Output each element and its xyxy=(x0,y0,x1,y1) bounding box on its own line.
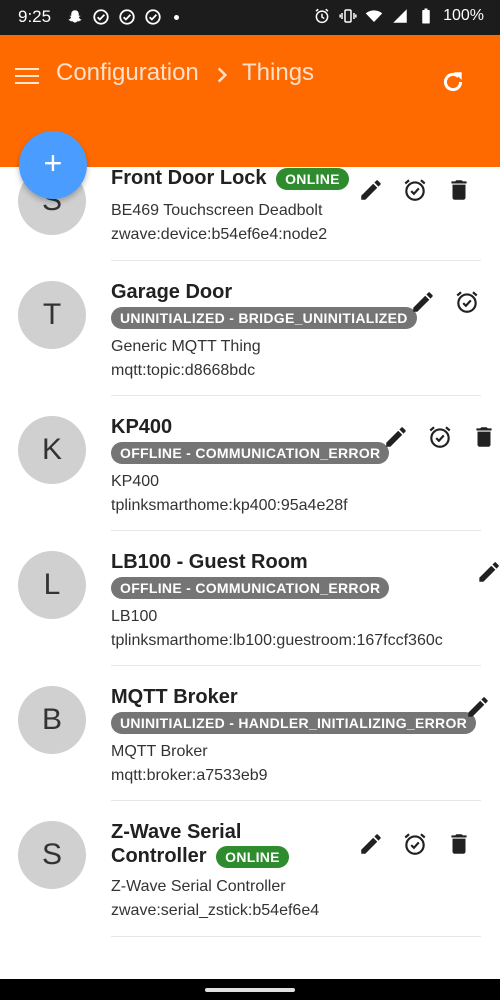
status-badge: ONLINE xyxy=(276,167,349,190)
edit-icon[interactable] xyxy=(410,289,436,315)
list-item[interactable]: S Z-Wave Serial Controller ONLINE Z-Wave… xyxy=(0,801,500,937)
status-bar: 9:25 100% xyxy=(0,0,500,35)
plus-icon: + xyxy=(43,145,63,181)
check-circle-icon xyxy=(145,9,161,25)
thing-uid: tplinksmarthome:lb100:guestroom:167fccf3… xyxy=(111,632,443,649)
delete-icon[interactable] xyxy=(446,177,472,203)
list-item[interactable]: B MQTT Broker UNINITIALIZED - HANDLER_IN… xyxy=(0,666,500,801)
signal-icon xyxy=(393,9,407,23)
add-thing-button[interactable]: + xyxy=(19,131,87,199)
delete-icon[interactable] xyxy=(446,831,472,857)
alarm-check-icon[interactable] xyxy=(402,177,428,203)
thing-uid: mqtt:topic:d8668bdc xyxy=(111,362,256,379)
thing-title-line2: Controller xyxy=(111,845,207,867)
alarm-check-icon[interactable] xyxy=(402,831,428,857)
delete-icon[interactable] xyxy=(471,424,497,450)
menu-button[interactable] xyxy=(14,63,40,89)
edit-icon[interactable] xyxy=(476,559,500,585)
vibrate-icon xyxy=(339,9,357,23)
snapchat-icon xyxy=(68,10,82,23)
thing-title: KP400 xyxy=(111,416,173,438)
thing-description: MQTT Broker xyxy=(111,743,208,760)
thing-uid: tplinksmarthome:kp400:95a4e28f xyxy=(111,497,348,514)
thing-description: KP400 xyxy=(111,473,160,490)
status-badge: OFFLINE - COMMUNICATION_ERROR xyxy=(111,577,390,599)
edit-icon[interactable] xyxy=(383,424,409,450)
thing-uid: zwave:device:b54ef6e4:node2 xyxy=(111,226,328,243)
thing-uid: zwave:serial_zstick:b54ef6e4 xyxy=(111,902,320,919)
divider xyxy=(111,936,481,937)
chevron-right-icon xyxy=(217,67,228,83)
refresh-icon[interactable] xyxy=(440,69,466,95)
thing-description: Generic MQTT Thing xyxy=(111,338,261,355)
things-list: S Front Door Lock ONLINE BE469 Touchscre… xyxy=(0,167,500,979)
thing-title: Controller ONLINE xyxy=(111,845,289,868)
dot-icon xyxy=(174,14,179,20)
status-badge: OFFLINE - COMMUNICATION_ERROR xyxy=(111,442,390,464)
alarm-check-icon[interactable] xyxy=(427,424,453,450)
avatar: T xyxy=(18,281,86,349)
breadcrumb-configuration[interactable]: Configuration xyxy=(56,59,199,87)
thing-uid: mqtt:broker:a7533eb9 xyxy=(111,767,268,784)
edit-icon[interactable] xyxy=(358,177,384,203)
thing-description: LB100 xyxy=(111,608,158,625)
thing-title: LB100 - Guest Room xyxy=(111,551,308,573)
list-item[interactable]: T Garage Door UNINITIALIZED - BRIDGE_UNI… xyxy=(0,261,500,396)
alarm-icon xyxy=(315,8,329,24)
battery-percent: 100% xyxy=(443,7,484,24)
list-item[interactable]: K KP400 OFFLINE - COMMUNICATION_ERROR KP… xyxy=(0,396,500,531)
edit-icon[interactable] xyxy=(358,831,384,857)
status-badge: UNINITIALIZED - BRIDGE_UNINITIALIZED xyxy=(111,307,417,329)
thing-title: Front Door Lock ONLINE xyxy=(111,167,349,190)
edit-icon[interactable] xyxy=(465,694,491,720)
alarm-check-icon[interactable] xyxy=(454,289,480,315)
navigation-bar xyxy=(0,979,500,1000)
thing-title-line1: Z-Wave Serial xyxy=(111,821,242,843)
thing-title: Garage Door xyxy=(111,281,233,303)
list-item[interactable]: L LB100 - Guest Room OFFLINE - COMMUNICA… xyxy=(0,531,500,666)
notification-icons xyxy=(66,8,179,26)
thing-description: BE469 Touchscreen Deadbolt xyxy=(111,202,323,219)
avatar: B xyxy=(18,686,86,754)
check-circle-icon xyxy=(93,9,109,25)
status-badge: UNINITIALIZED - HANDLER_INITIALIZING_ERR… xyxy=(111,712,477,734)
avatar: S xyxy=(18,821,86,889)
home-gesture-handle[interactable] xyxy=(205,988,295,992)
avatar: K xyxy=(18,416,86,484)
thing-title-text: Front Door Lock xyxy=(111,167,267,189)
battery-icon xyxy=(422,8,430,24)
status-badge: ONLINE xyxy=(216,845,289,868)
wifi-icon xyxy=(365,10,383,22)
thing-description: Z-Wave Serial Controller xyxy=(111,878,286,895)
check-circle-icon xyxy=(119,9,135,25)
system-icons: 100% xyxy=(313,7,484,25)
breadcrumb-things: Things xyxy=(242,59,315,86)
thing-title: MQTT Broker xyxy=(111,686,238,708)
status-time: 9:25 xyxy=(18,7,52,26)
avatar: L xyxy=(18,551,86,619)
